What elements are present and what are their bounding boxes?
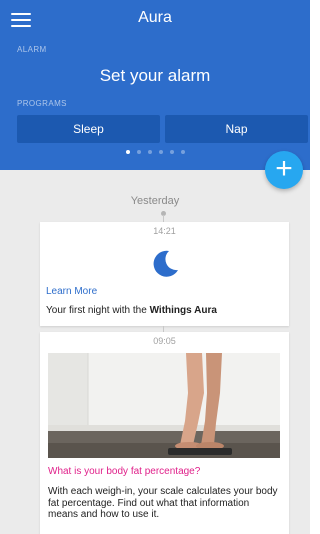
page-dot[interactable]	[158, 150, 163, 154]
add-button[interactable]: +	[265, 151, 303, 189]
card-time: 14:21	[153, 226, 176, 236]
learn-more-link[interactable]: Learn More	[46, 286, 97, 297]
alarm-section-label: ALARM	[17, 45, 47, 54]
sleep-card[interactable]: 14:21 Learn More Your first night with t…	[40, 222, 289, 326]
page-dot[interactable]	[147, 150, 152, 154]
set-alarm-button[interactable]: Set your alarm	[0, 66, 310, 86]
app-title: Aura	[138, 9, 172, 26]
page-dot[interactable]	[125, 150, 130, 154]
moon-icon	[153, 250, 178, 277]
programs-section-label: PROGRAMS	[17, 99, 67, 108]
page-dot[interactable]	[180, 150, 185, 154]
person-on-scale-photo[interactable]	[48, 353, 280, 458]
header: Aura ALARM Set your alarm PROGRAMS Sleep…	[0, 0, 310, 170]
top-bar: Aura	[0, 0, 310, 38]
program-nap-button[interactable]: Nap	[165, 115, 308, 143]
app-screen: Aura ALARM Set your alarm PROGRAMS Sleep…	[0, 0, 310, 534]
article-body: With each weigh-in, your scale calculate…	[48, 486, 278, 520]
card-text-bold: Withings Aura	[149, 305, 217, 316]
article-title-link[interactable]: What is your body fat percentage?	[48, 466, 200, 477]
page-dot[interactable]	[136, 150, 141, 154]
page-indicator	[0, 150, 310, 154]
program-sleep-button[interactable]: Sleep	[17, 115, 160, 143]
card-time: 09:05	[153, 336, 176, 346]
page-dot[interactable]	[169, 150, 174, 154]
day-label: Yesterday	[130, 195, 180, 207]
card-text: Your first night with the Withings Aura	[46, 305, 217, 316]
article-card[interactable]: 09:05 What is your body fat percentage? …	[40, 332, 289, 534]
